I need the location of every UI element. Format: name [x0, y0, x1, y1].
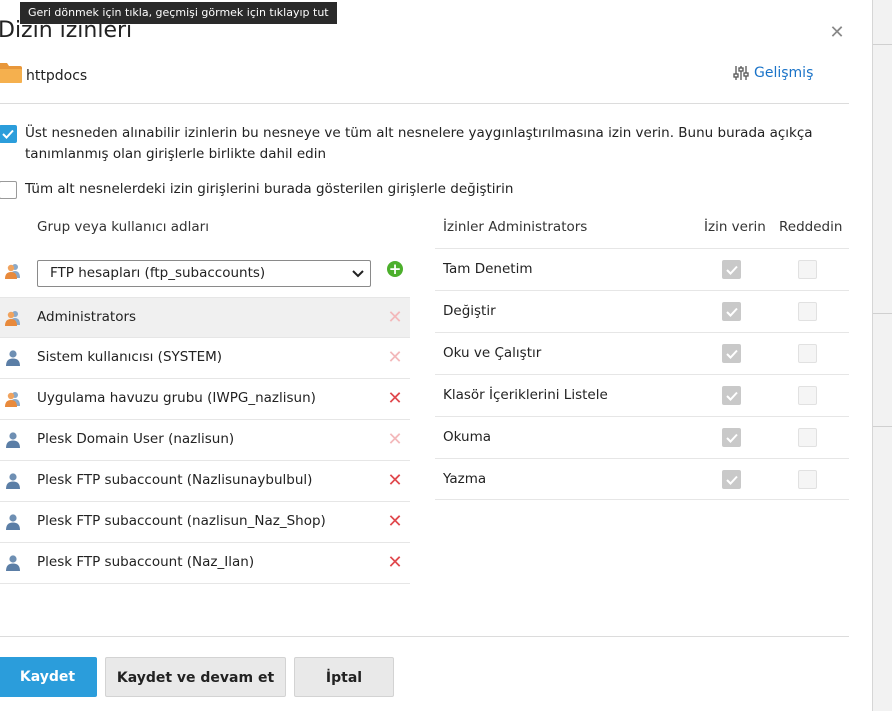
user-icon [6, 432, 20, 448]
group-icon [5, 311, 20, 326]
user-icon [6, 555, 20, 571]
permission-row: Klasör İçeriklerini Listele [435, 374, 849, 416]
user-list-item[interactable]: Uygulama havuzu grubu (IWPG_nazlisun) ✕ [0, 379, 410, 420]
remove-user-icon[interactable]: ✕ [387, 513, 403, 531]
header-divider [0, 103, 849, 104]
permission-row: Okuma [435, 416, 849, 458]
checkmark-icon [725, 265, 738, 275]
user-list-item-label: Uygulama havuzu grubu (IWPG_nazlisun) [37, 390, 316, 406]
user-list-item[interactable]: Administrators ✕ [0, 297, 410, 338]
users-column-header: Grup veya kullanıcı adları [37, 219, 209, 235]
remove-user-icon[interactable]: ✕ [387, 390, 403, 408]
user-list-item[interactable]: Sistem kullanıcısı (SYSTEM) ✕ [0, 338, 410, 379]
checkmark-icon [725, 349, 738, 359]
user-list-item-label: Plesk FTP subaccount (nazlisun_Naz_Shop) [37, 513, 326, 529]
permission-row: Oku ve Çalıştır [435, 332, 849, 374]
deny-permission-checkbox [798, 470, 817, 489]
allow-permission-checkbox [722, 260, 741, 279]
checkmark-icon [725, 475, 738, 485]
cancel-button[interactable]: İptal [294, 657, 394, 697]
permission-row: Yazma [435, 458, 849, 500]
remove-user-icon[interactable]: ✕ [387, 554, 403, 572]
allow-permission-checkbox [722, 470, 741, 489]
deny-column-header: Reddedin [779, 219, 843, 235]
user-list-item[interactable]: Plesk Domain User (nazlisun) ✕ [0, 420, 410, 461]
permission-label: Yazma [443, 471, 487, 487]
remove-user-icon: ✕ [387, 347, 403, 368]
deny-permission-checkbox [798, 302, 817, 321]
user-list-item[interactable]: Plesk FTP subaccount (Naz_Ilan) ✕ [0, 543, 410, 584]
back-button-tooltip: Geri dönmek için tıkla, geçmişi görmek i… [20, 2, 337, 24]
deny-permission-checkbox [798, 428, 817, 447]
background-divider [873, 44, 892, 45]
deny-permission-checkbox [798, 386, 817, 405]
permission-label: Tam Denetim [443, 261, 533, 277]
user-list-item-label: Administrators [37, 309, 137, 325]
user-list-item-label: Sistem kullanıcısı (SYSTEM) [37, 349, 223, 365]
user-icon [6, 473, 20, 489]
permissions-column-header: İzinler Administrators [443, 219, 588, 235]
permission-label: Oku ve Çalıştır [443, 345, 542, 361]
background-divider [873, 313, 892, 314]
replace-child-permissions-label: Tüm alt nesnelerdeki izin girişlerini bu… [25, 181, 514, 197]
user-list-item[interactable]: Plesk FTP subaccount (Nazlisunaybulbul) ✕ [0, 461, 410, 502]
folder-name: httpdocs [26, 68, 88, 84]
user-icon [6, 350, 20, 366]
user-list-item-label: Plesk FTP subaccount (Naz_Ilan) [37, 554, 255, 570]
allow-permission-checkbox [722, 302, 741, 321]
save-and-continue-button[interactable]: Kaydet ve devam et [105, 657, 286, 697]
background-window-edge [872, 0, 892, 711]
checkmark-icon [725, 433, 738, 443]
user-list-item-label: Plesk Domain User (nazlisun) [37, 431, 235, 447]
user-group-select-value: FTP hesapları (ftp_subaccounts) [50, 265, 266, 281]
group-icon [5, 264, 20, 279]
save-button[interactable]: Kaydet [0, 657, 97, 697]
chevron-down-icon [352, 270, 364, 278]
permission-label: Klasör İçeriklerini Listele [443, 387, 608, 403]
add-user-button[interactable]: + [387, 261, 403, 277]
allow-permission-checkbox [722, 344, 741, 363]
background-divider [873, 426, 892, 427]
permission-label: Değiştir [443, 303, 496, 319]
settings-sliders-icon [733, 66, 749, 80]
user-list-item[interactable]: Plesk FTP subaccount (nazlisun_Naz_Shop)… [0, 502, 410, 543]
inherit-permissions-label: Üst nesneden alınabilir izinlerin bu nes… [25, 125, 813, 162]
deny-permission-checkbox [798, 260, 817, 279]
remove-user-icon: ✕ [387, 307, 403, 328]
group-icon [5, 392, 20, 407]
permission-row: Değiştir [435, 290, 849, 332]
remove-user-icon: ✕ [387, 429, 403, 450]
allow-permission-checkbox [722, 428, 741, 447]
replace-child-permissions-checkbox[interactable] [0, 181, 17, 199]
user-group-select[interactable]: FTP hesapları (ftp_subaccounts) [37, 260, 371, 287]
folder-icon [0, 63, 22, 83]
inherit-permissions-checkbox[interactable] [0, 125, 17, 143]
checkmark-icon [725, 307, 738, 317]
advanced-settings-link[interactable]: Gelişmiş [733, 65, 813, 81]
remove-user-icon[interactable]: ✕ [387, 472, 403, 490]
user-list-item-label: Plesk FTP subaccount (Nazlisunaybulbul) [37, 472, 313, 488]
user-icon [6, 514, 20, 530]
checkmark-icon [725, 391, 738, 401]
permission-row: Tam Denetim [435, 248, 849, 290]
allow-column-header: İzin verin [704, 219, 766, 235]
checkmark-icon [2, 129, 14, 139]
advanced-settings-label: Gelişmiş [754, 65, 814, 81]
permission-label: Okuma [443, 429, 492, 445]
close-icon[interactable]: ✕ [829, 24, 845, 42]
footer-divider [0, 636, 849, 637]
allow-permission-checkbox [722, 386, 741, 405]
deny-permission-checkbox [798, 344, 817, 363]
